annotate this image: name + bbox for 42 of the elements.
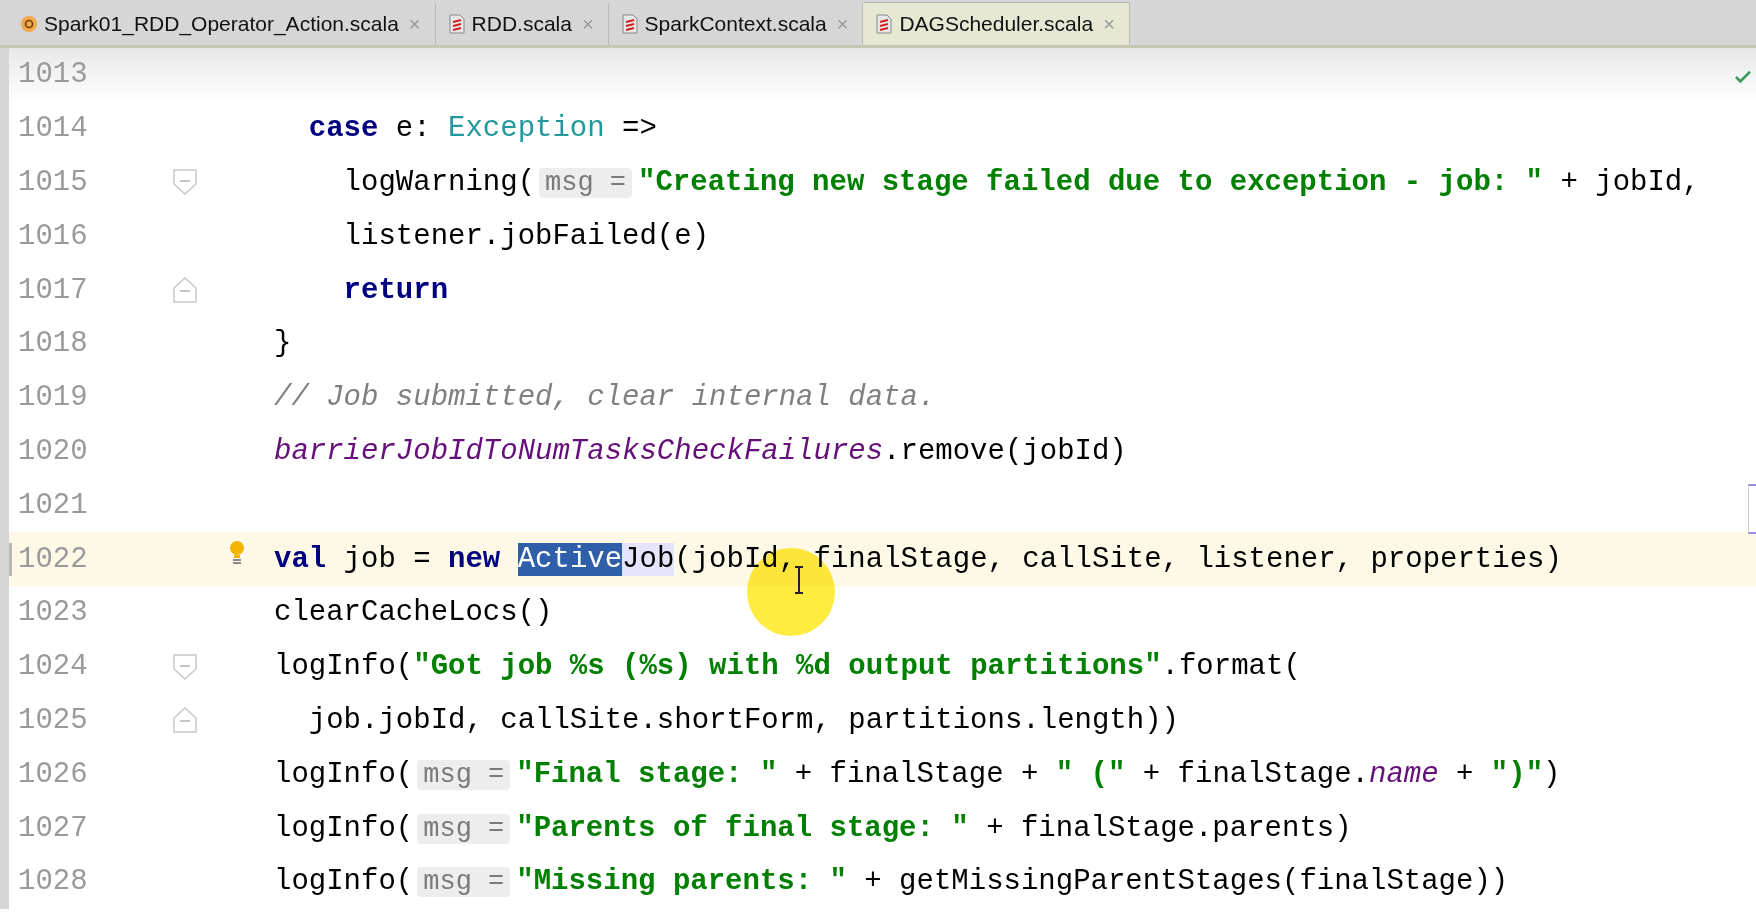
line-number: 1016 — [17, 219, 89, 253]
file-icon — [875, 14, 894, 34]
fold-icon[interactable] — [173, 707, 197, 734]
line-number: 1019 — [17, 381, 89, 415]
code-line: job.jobId, callSite.shortForm, partitions.length)) — [307, 703, 1179, 737]
code-line: logWarning( msg = "Creating new stage failed due to exception - job: " + jobId, — [342, 166, 1700, 199]
file-icon — [447, 14, 466, 34]
code-line: clearCacheLocs() — [274, 596, 553, 630]
line-number: 1025 — [17, 703, 89, 737]
line-number: 1024 — [17, 650, 89, 684]
code-line: return — [342, 273, 449, 307]
lightbulb-icon[interactable] — [229, 540, 245, 565]
line-number: 1018 — [17, 327, 89, 361]
code-line: logInfo( msg = "Final stage: " + finalStage + " (" + finalStage.name + ")") — [274, 757, 1561, 791]
code-line: logInfo( msg = "Missing parents: " + getMissingParentStages(finalStage)) — [274, 865, 1509, 899]
line-number: 1027 — [17, 811, 89, 845]
line-number: 1013 — [17, 58, 89, 92]
fold-icon[interactable] — [173, 169, 197, 196]
line-number: 1015 — [17, 166, 89, 199]
line-number: 1028 — [17, 865, 89, 899]
line-number: 1026 — [17, 757, 89, 791]
object-icon — [20, 14, 38, 34]
code-line: case e: Exception => — [307, 112, 657, 146]
code-line: listener.jobFailed(e) — [342, 219, 710, 253]
line-number: 1022 — [9, 542, 170, 576]
line-number: 1020 — [17, 434, 89, 468]
check-icon — [1734, 70, 1752, 84]
code-line: logInfo( msg = "Parents of final stage: " + finalStage.parents) — [274, 811, 1352, 845]
line-number: 1021 — [17, 488, 89, 522]
text-cursor-icon — [793, 566, 805, 594]
scrollbar-marker — [1748, 484, 1756, 534]
line-number: 1014 — [17, 112, 89, 146]
code-line: } — [274, 327, 292, 361]
fold-icon[interactable] — [173, 277, 197, 304]
code-line: logInfo("Got job %s (%s) with %d output partitions".format( — [274, 650, 1301, 684]
code-line: // Job submitted, clear internal data. — [274, 381, 936, 415]
code-line: barrierJobIdToNumTasksCheckFailures.remove(jobId) — [274, 434, 1127, 468]
file-icon — [620, 14, 639, 34]
line-number: 1017 — [17, 273, 89, 307]
fold-icon[interactable] — [173, 653, 197, 680]
editor-tab[interactable]: DAGScheduler.scala × — [863, 2, 1130, 45]
line-number: 1023 — [17, 596, 89, 630]
